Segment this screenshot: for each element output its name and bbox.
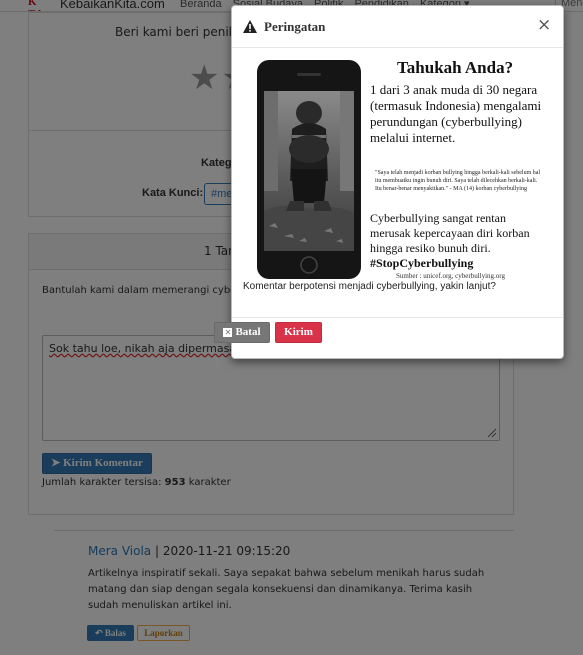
warning-icon: [243, 20, 257, 33]
speaker-grille-icon: [297, 73, 321, 76]
modal-message: Komentar berpotensi menjadi cyberbullyin…: [243, 281, 496, 292]
sad-teen-photo: [264, 91, 354, 251]
modal-title: Peringatan: [264, 19, 326, 34]
close-box-icon: ✕: [223, 328, 233, 337]
cancel-label: Batal: [235, 326, 261, 338]
warning-modal: Peringatan × Tahukah Anda? 1 dari 3 anak…: [231, 5, 564, 359]
poster-hashtag: #StopCyberbullying: [370, 256, 474, 270]
poster-cyberbullying-statement: Cyberbullying sangat rentan merusak kepe…: [370, 211, 530, 255]
poster-quote: "Saya telah menjadi korban bullying hing…: [375, 170, 541, 192]
poster-cyberbullying-text: Cyberbullying sangat rentan merusak kepe…: [370, 211, 545, 271]
poster-source: Sumber : unicef.org, cyberbullying.org: [396, 272, 505, 280]
send-button[interactable]: Kirim: [275, 322, 322, 343]
phone-screen: [264, 91, 354, 251]
close-icon[interactable]: ×: [537, 15, 551, 35]
modal-footer: [232, 317, 563, 318]
home-button-icon: [300, 256, 318, 274]
cyberbullying-poster: Tahukah Anda? 1 dari 3 anak muda di 30 n…: [253, 58, 545, 285]
smartphone-illustration: [257, 60, 361, 279]
poster-title: Tahukah Anda?: [397, 58, 514, 77]
poster-statistic: 1 dari 3 anak muda di 30 negara (termasu…: [370, 82, 542, 145]
cancel-button[interactable]: ✕ Batal: [214, 322, 270, 343]
modal-header: Peringatan ×: [232, 6, 563, 48]
